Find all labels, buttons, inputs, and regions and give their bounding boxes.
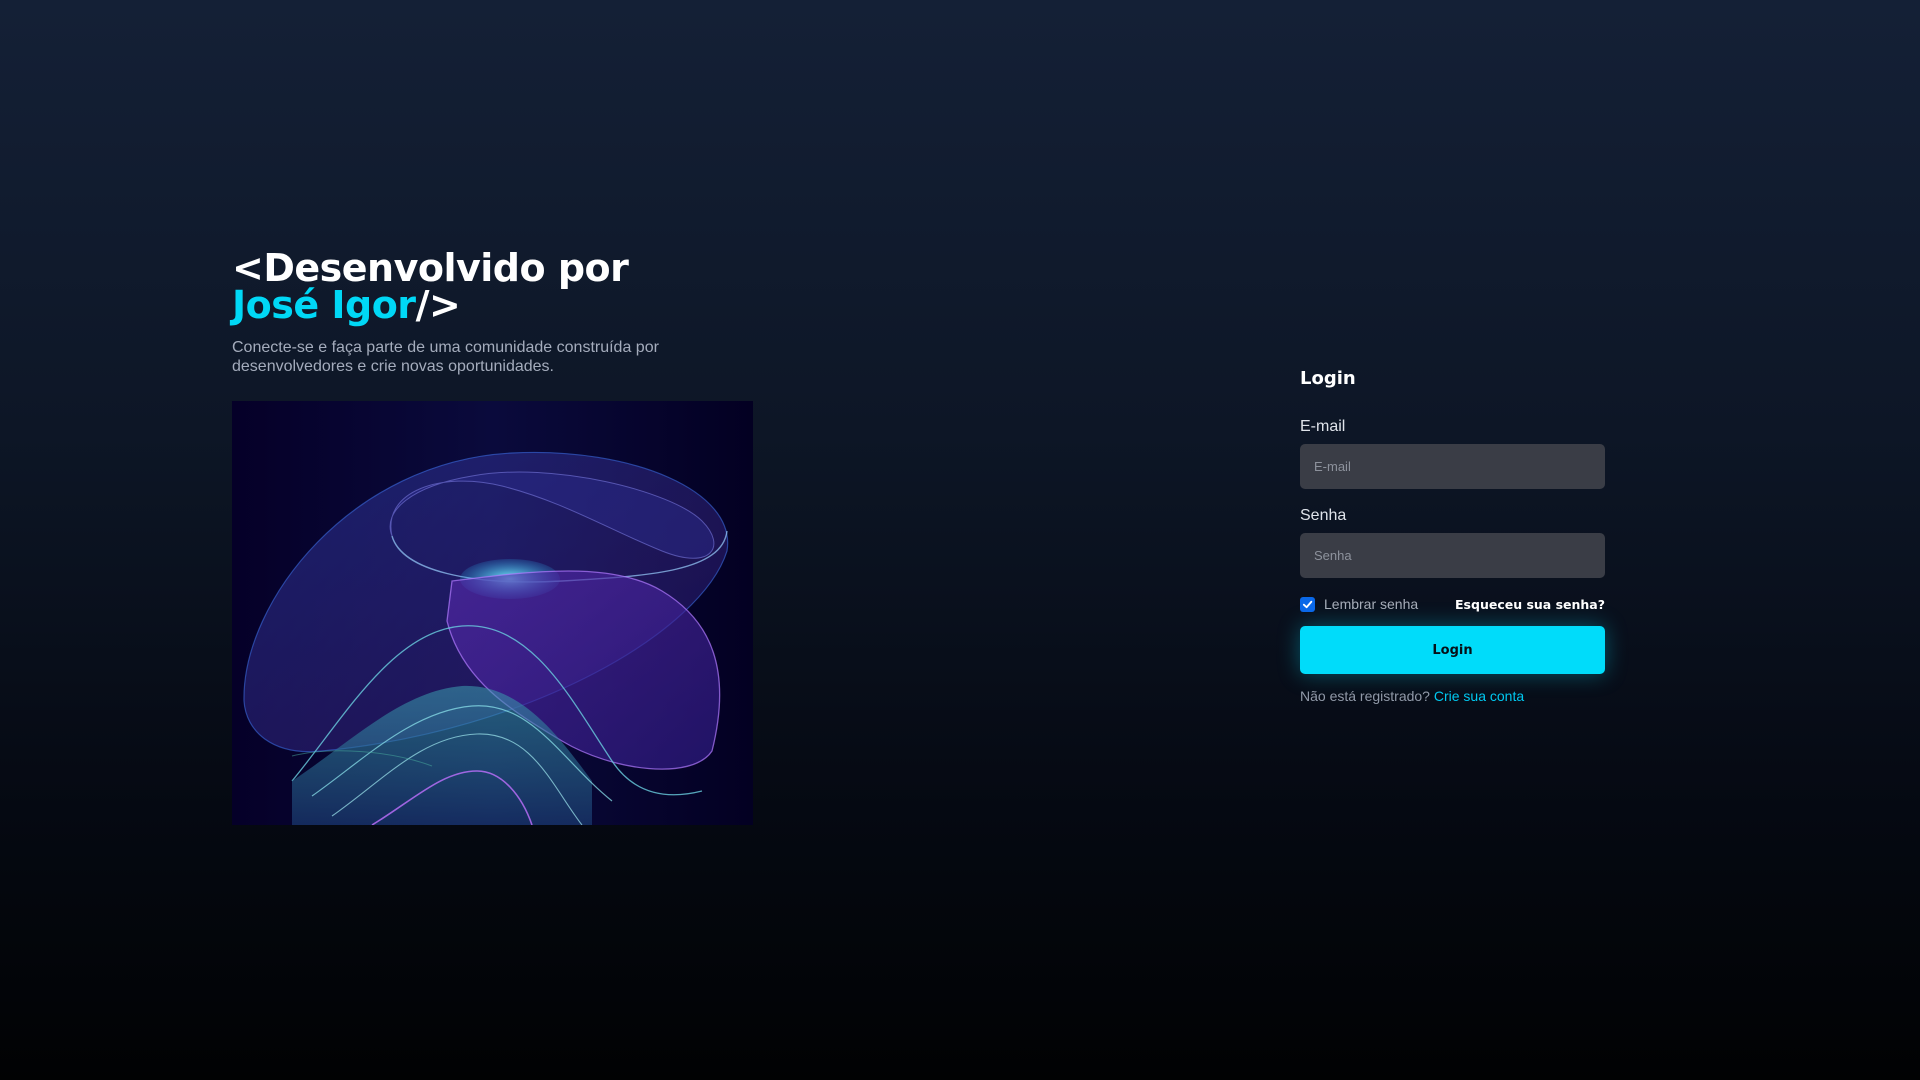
email-label: E-mail bbox=[1300, 418, 1346, 435]
hero-section: <Desenvolvido por José Igor/> Conecte-se … bbox=[232, 249, 792, 825]
hero-title-name: José Igor bbox=[232, 283, 416, 327]
hero-title-close: /> bbox=[415, 283, 461, 327]
hero-subtitle: Conecte-se e faça parte de uma comunidad… bbox=[232, 339, 659, 375]
register-prompt: Não está registrado? Crie sua conta bbox=[1300, 688, 1605, 704]
remember-checkbox[interactable] bbox=[1300, 596, 1315, 612]
create-account-link[interactable]: Crie sua conta bbox=[1434, 688, 1524, 704]
abstract-waves-image bbox=[232, 401, 753, 825]
register-text: Não está registrado? bbox=[1300, 688, 1430, 704]
password-input[interactable] bbox=[1300, 533, 1605, 578]
password-label: Senha bbox=[1300, 507, 1347, 524]
forgot-password-link[interactable]: Esqueceu sua senha? bbox=[1455, 597, 1605, 612]
login-form: Login E-mail Senha Lembrar senha Esquece… bbox=[1300, 368, 1605, 704]
check-icon bbox=[1302, 600, 1313, 608]
remember-label: Lembrar senha bbox=[1324, 596, 1419, 612]
email-input[interactable] bbox=[1300, 444, 1605, 489]
login-button[interactable]: Login bbox=[1300, 626, 1605, 674]
hero-illustration bbox=[232, 401, 753, 825]
hero-title: <Desenvolvido por José Igor/> bbox=[232, 249, 792, 327]
remember-me[interactable]: Lembrar senha bbox=[1300, 596, 1418, 612]
login-heading: Login bbox=[1300, 368, 1356, 389]
login-options-row: Lembrar senha Esqueceu sua senha? bbox=[1300, 596, 1605, 612]
